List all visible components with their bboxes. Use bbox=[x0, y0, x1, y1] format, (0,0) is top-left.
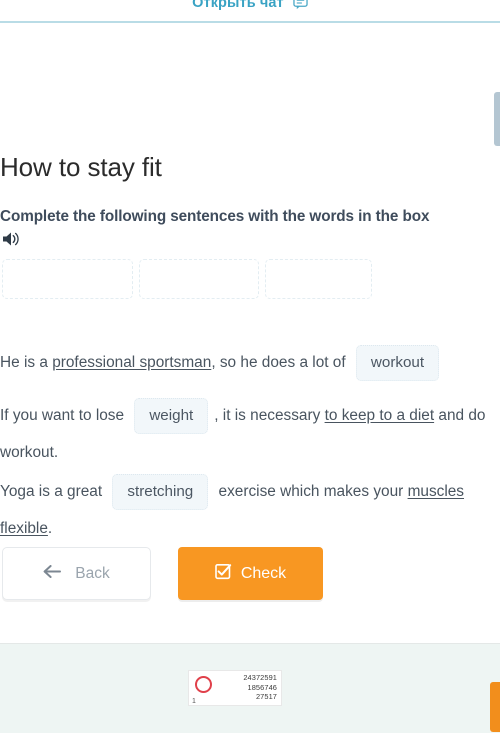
sentence-text: He is a bbox=[0, 354, 53, 371]
sentence-text: If you want to lose bbox=[0, 407, 129, 424]
speaker-icon[interactable] bbox=[2, 230, 24, 250]
word-chip[interactable]: workout bbox=[355, 345, 440, 381]
open-chat-label: Открыть чат bbox=[192, 0, 284, 11]
word-chip[interactable]: weight bbox=[134, 398, 209, 434]
red-ring-icon bbox=[195, 676, 212, 693]
sentence-row: Yoga is a great stretching exercise whic… bbox=[0, 473, 500, 547]
sentence-text: , so he does a lot of bbox=[211, 354, 350, 371]
watermark-left-digit: 1 bbox=[192, 698, 196, 705]
side-tab[interactable] bbox=[490, 682, 500, 732]
drop-box[interactable] bbox=[265, 259, 372, 299]
arrow-left-icon bbox=[43, 564, 62, 583]
check-button[interactable]: Check bbox=[178, 547, 323, 600]
check-button-label: Check bbox=[240, 564, 287, 582]
watermark-badge: 1 24372591 1856746 27517 bbox=[188, 670, 282, 706]
sentence-row: He is a professional sportsman, so he do… bbox=[0, 343, 500, 383]
page-title: How to stay fit bbox=[0, 152, 162, 183]
sentence-row: If you want to lose weight , it is necess… bbox=[0, 397, 500, 471]
checkbox-checked-icon bbox=[215, 563, 232, 585]
underlined-phrase: to keep to a diet bbox=[324, 407, 435, 424]
drop-box[interactable] bbox=[2, 259, 133, 299]
watermark-number: 1856746 bbox=[247, 682, 277, 692]
watermark-number: 27517 bbox=[255, 692, 277, 702]
sentence-text: exercise which makes your bbox=[214, 483, 408, 500]
chat-bubble-icon bbox=[293, 0, 308, 14]
sentence-text: . bbox=[47, 520, 53, 537]
back-button[interactable]: Back bbox=[2, 547, 151, 600]
word-chip[interactable]: stretching bbox=[112, 474, 209, 510]
action-button-row: Back Check bbox=[0, 547, 500, 603]
watermark-numbers: 24372591 1856746 27517 bbox=[243, 673, 277, 702]
instruction-text: Complete the following sentences with th… bbox=[0, 208, 430, 225]
scrollbar-thumb[interactable] bbox=[494, 92, 500, 146]
sentence-text: , it is necessary bbox=[214, 407, 325, 424]
open-chat-button[interactable]: Открыть чат bbox=[0, 0, 500, 14]
top-chat-bar: Открыть чат bbox=[0, 0, 500, 23]
underlined-phrase: professional sportsman bbox=[52, 354, 212, 371]
sentence-text: Yoga is a great bbox=[0, 483, 107, 500]
watermark-number: 24372591 bbox=[243, 673, 277, 682]
page-footer: 1 24372591 1856746 27517 bbox=[0, 643, 500, 733]
drop-box[interactable] bbox=[139, 259, 259, 299]
back-button-label: Back bbox=[75, 564, 110, 582]
lesson-content: How to stay fit Complete the following s… bbox=[0, 25, 500, 643]
word-bank-drop-zone bbox=[0, 259, 500, 301]
